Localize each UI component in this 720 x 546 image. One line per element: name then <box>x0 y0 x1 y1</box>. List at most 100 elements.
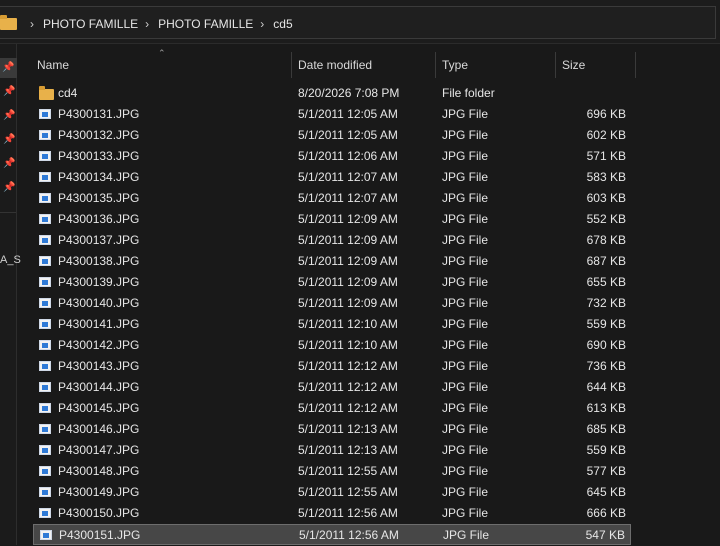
column-header-type[interactable]: Type <box>442 44 468 84</box>
file-row[interactable]: P4300150.JPG 5/1/2011 12:56 AM JPG File 666… <box>33 503 631 524</box>
chevron-right-icon[interactable]: › <box>145 17 149 31</box>
sort-ascending-icon: ⌃ <box>158 48 166 58</box>
file-type: JPG File <box>442 212 489 226</box>
file-row[interactable]: P4300134.JPG 5/1/2011 12:07 AM JPG File 583… <box>33 167 631 188</box>
image-file-icon <box>39 256 51 266</box>
file-type: JPG File <box>442 380 489 394</box>
pin-icon[interactable]: 📌 <box>3 134 15 146</box>
folder-icon <box>0 14 17 30</box>
file-name: P4300149.JPG <box>58 485 140 499</box>
nav-divider <box>0 212 16 213</box>
file-name: cd4 <box>58 86 78 100</box>
image-file-icon <box>39 508 51 518</box>
chevron-right-icon[interactable]: › <box>260 17 264 31</box>
column-header-name[interactable]: Name <box>37 44 69 84</box>
file-size: 736 KB <box>586 359 626 373</box>
file-date-modified: 5/1/2011 12:09 AM <box>298 275 398 289</box>
file-name: P4300140.JPG <box>58 296 140 310</box>
file-row[interactable]: P4300137.JPG 5/1/2011 12:09 AM JPG File 678… <box>33 230 631 251</box>
file-row[interactable]: P4300131.JPG 5/1/2011 12:05 AM JPG File 696… <box>33 104 631 125</box>
file-row[interactable]: P4300144.JPG 5/1/2011 12:12 AM JPG File 644… <box>33 377 631 398</box>
file-row[interactable]: P4300140.JPG 5/1/2011 12:09 AM JPG File 732… <box>33 293 631 314</box>
file-type: JPG File <box>442 149 489 163</box>
breadcrumb-item-photo-famille[interactable]: PHOTO FAMILLE <box>43 17 138 31</box>
file-name: P4300132.JPG <box>58 128 140 142</box>
pin-icon[interactable]: 📌 <box>3 86 15 98</box>
file-row[interactable]: P4300148.JPG 5/1/2011 12:55 AM JPG File 577… <box>33 461 631 482</box>
pin-icon[interactable]: 📌 <box>3 182 15 194</box>
file-row[interactable]: P4300145.JPG 5/1/2011 12:12 AM JPG File 613… <box>33 398 631 419</box>
nav-item-label[interactable]: A_S <box>0 254 21 266</box>
pin-icon[interactable]: 📌 <box>0 58 17 78</box>
file-row[interactable]: P4300151.JPG 5/1/2011 12:56 AM JPG File 547… <box>33 524 631 545</box>
file-type: JPG File <box>443 528 490 542</box>
file-row[interactable]: P4300139.JPG 5/1/2011 12:09 AM JPG File 655… <box>33 272 631 293</box>
file-row[interactable]: P4300149.JPG 5/1/2011 12:55 AM JPG File 645… <box>33 482 631 503</box>
file-type: File folder <box>442 86 495 100</box>
file-date-modified: 5/1/2011 12:09 AM <box>298 254 398 268</box>
file-type: JPG File <box>442 254 489 268</box>
file-row[interactable]: cd4 8/20/2026 7:08 PM File folder <box>33 83 631 104</box>
file-size: 696 KB <box>586 107 626 121</box>
image-file-icon <box>39 424 51 434</box>
file-size: 732 KB <box>586 296 626 310</box>
file-name: P4300133.JPG <box>58 149 140 163</box>
column-divider[interactable] <box>435 52 436 78</box>
file-type: JPG File <box>442 317 489 331</box>
pin-icon[interactable]: 📌 <box>3 158 15 170</box>
file-date-modified: 5/1/2011 12:09 AM <box>298 212 398 226</box>
file-size: 559 KB <box>586 317 626 331</box>
file-row[interactable]: P4300136.JPG 5/1/2011 12:09 AM JPG File 552… <box>33 209 631 230</box>
file-date-modified: 5/1/2011 12:07 AM <box>298 170 398 184</box>
file-type: JPG File <box>442 338 489 352</box>
file-name: P4300150.JPG <box>58 506 140 520</box>
column-header-date-modified[interactable]: Date modified <box>298 44 372 84</box>
image-file-icon <box>39 172 51 182</box>
column-divider[interactable] <box>635 52 636 78</box>
file-date-modified: 5/1/2011 12:12 AM <box>298 359 398 373</box>
image-file-icon <box>39 466 51 476</box>
file-name: P4300145.JPG <box>58 401 140 415</box>
file-row[interactable]: P4300141.JPG 5/1/2011 12:10 AM JPG File 559… <box>33 314 631 335</box>
navigation-pane: 📌 📌 📌 📌 📌 📌 A_S <box>0 44 21 545</box>
breadcrumb-item-cd5[interactable]: cd5 <box>273 17 292 31</box>
file-row[interactable]: P4300142.JPG 5/1/2011 12:10 AM JPG File 690… <box>33 335 631 356</box>
file-date-modified: 5/1/2011 12:10 AM <box>298 338 398 352</box>
file-type: JPG File <box>442 191 489 205</box>
column-divider[interactable] <box>291 52 292 78</box>
image-file-icon <box>39 235 51 245</box>
file-type: JPG File <box>442 506 489 520</box>
image-file-icon <box>39 130 51 140</box>
file-row[interactable]: P4300143.JPG 5/1/2011 12:12 AM JPG File 736… <box>33 356 631 377</box>
file-row[interactable]: P4300132.JPG 5/1/2011 12:05 AM JPG File 602… <box>33 125 631 146</box>
image-file-icon <box>39 445 51 455</box>
file-type: JPG File <box>442 296 489 310</box>
chevron-right-icon[interactable]: › <box>30 17 34 31</box>
image-file-icon <box>39 403 51 413</box>
file-name: P4300131.JPG <box>58 107 140 121</box>
breadcrumb-item-photo-famille-2[interactable]: PHOTO FAMILLE <box>158 17 253 31</box>
file-date-modified: 8/20/2026 7:08 PM <box>298 86 400 100</box>
column-header-size[interactable]: Size <box>562 44 585 84</box>
file-size: 687 KB <box>586 254 626 268</box>
file-row[interactable]: P4300146.JPG 5/1/2011 12:13 AM JPG File 685… <box>33 419 631 440</box>
image-file-icon <box>39 151 51 161</box>
file-date-modified: 5/1/2011 12:13 AM <box>298 443 398 457</box>
file-name: P4300142.JPG <box>58 338 140 352</box>
file-size: 577 KB <box>586 464 626 478</box>
file-row[interactable]: P4300147.JPG 5/1/2011 12:13 AM JPG File 559… <box>33 440 631 461</box>
file-type: JPG File <box>442 233 489 247</box>
file-size: 547 KB <box>585 528 625 542</box>
breadcrumb[interactable]: › PHOTO FAMILLE › PHOTO FAMILLE › cd5 <box>0 6 716 39</box>
file-row[interactable]: P4300135.JPG 5/1/2011 12:07 AM JPG File 603… <box>33 188 631 209</box>
file-row[interactable]: P4300138.JPG 5/1/2011 12:09 AM JPG File 687… <box>33 251 631 272</box>
file-size: 613 KB <box>586 401 626 415</box>
file-date-modified: 5/1/2011 12:56 AM <box>299 528 399 542</box>
pin-icon[interactable]: 📌 <box>3 110 15 122</box>
file-row[interactable]: P4300133.JPG 5/1/2011 12:06 AM JPG File 571… <box>33 146 631 167</box>
file-type: JPG File <box>442 107 489 121</box>
column-divider[interactable] <box>555 52 556 78</box>
image-file-icon <box>39 487 51 497</box>
file-name: P4300146.JPG <box>58 422 140 436</box>
file-date-modified: 5/1/2011 12:09 AM <box>298 233 398 247</box>
